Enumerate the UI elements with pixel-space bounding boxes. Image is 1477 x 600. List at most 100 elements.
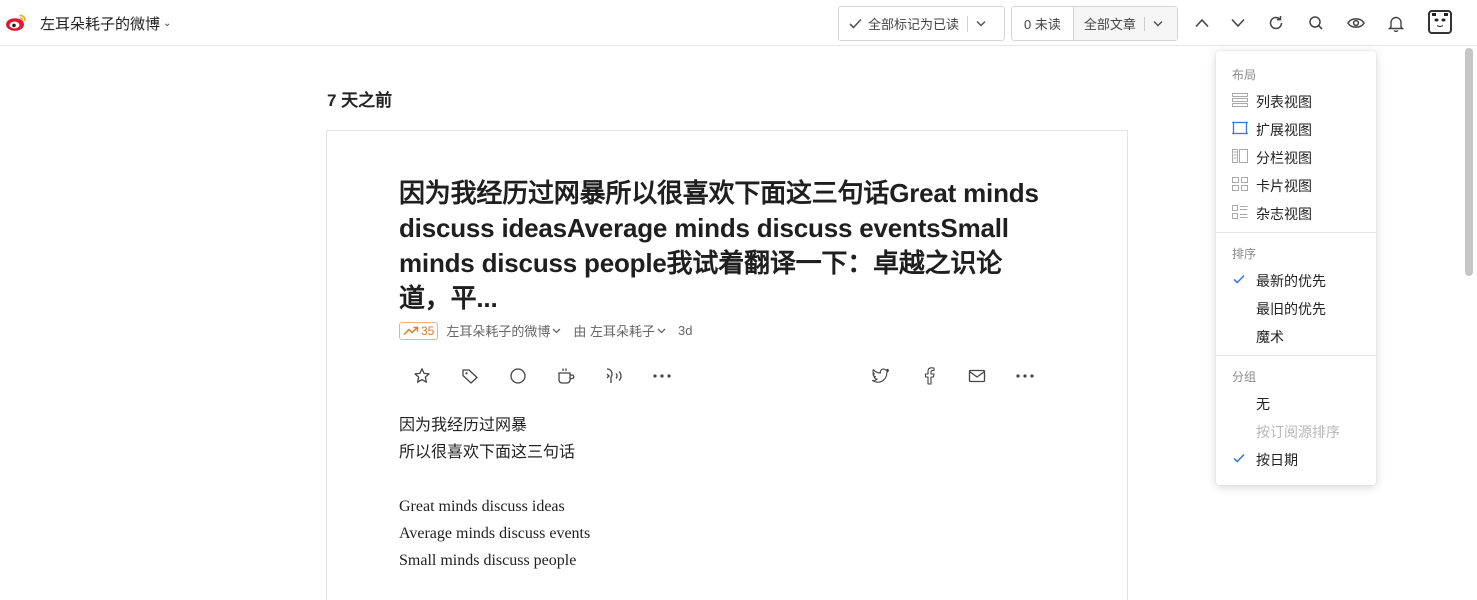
engagement-count: 35 [421,323,435,338]
menu-item-label: 按订阅源排序 [1256,424,1340,440]
body-paragraph: Great minds discuss ideas [399,498,565,515]
notifications-button[interactable] [1385,12,1407,34]
check-icon [849,18,862,29]
article-title[interactable]: 因为我经历过网暴所以很喜欢下面这三句话Great minds discuss i… [399,176,1039,316]
scrollbar-thumb[interactable] [1465,48,1473,276]
bell-icon [1388,16,1404,32]
twitter-icon [872,368,890,383]
check-icon [1233,274,1245,284]
view-options-menu: 布局 列表视图 扩展视图 分栏视图 卡片视图 杂志视图 排序 最新的优先 最旧的… [1216,51,1376,485]
menu-item-newest-first[interactable]: 最新的优先 [1216,265,1376,293]
weibo-logo-icon [6,14,26,31]
save-button[interactable] [410,365,434,387]
search-icon [1309,16,1323,30]
card-view-icon [1232,177,1248,191]
chevron-down-icon: ⌄ [163,18,172,29]
menu-divider [1216,232,1376,233]
divider [1143,16,1145,31]
menu-item-label: 无 [1256,396,1270,412]
menu-section-layout: 布局 [1232,68,1257,82]
author-label: 由 左耳朵耗子 [573,324,655,339]
refresh-button[interactable] [1265,12,1287,34]
menu-item-label: 扩展视图 [1256,122,1312,138]
check-icon [1233,453,1245,463]
menu-item-list-view[interactable]: 列表视图 [1216,86,1376,114]
magazine-view-icon [1232,205,1248,219]
avatar[interactable] [1428,10,1452,34]
expanded-view-icon [1232,121,1248,135]
menu-item-group-none[interactable]: 无 [1216,388,1376,416]
eye-icon [1347,18,1365,28]
mark-all-read-label: 全部标记为已读 [868,17,960,32]
coffee-cup-icon [558,368,575,384]
more-horizontal-icon [653,374,671,378]
body-paragraph: 因为我经历过网暴 [399,417,528,434]
menu-item-column-view[interactable]: 分栏视图 [1216,142,1376,170]
panda-face-icon [1432,13,1448,30]
share-actions [869,365,1037,387]
mail-icon [968,369,986,383]
article-body: 因为我经历过网暴 所以很喜欢下面这三句话 Great minds discuss… [399,412,1039,574]
list-view-icon [1232,93,1248,107]
previous-article-button[interactable] [1191,12,1213,34]
article-actions [410,365,674,387]
menu-item-label: 最新的优先 [1256,273,1326,289]
feed-title-label: 左耳朵耗子的微博 [40,16,161,33]
text-to-speech-button[interactable] [602,365,626,387]
menu-item-label: 最旧的优先 [1256,301,1326,317]
feed-title-dropdown[interactable]: 左耳朵耗子的微博 ⌄ [40,13,171,34]
tag-button[interactable] [458,365,482,387]
mark-all-read-group: 全部标记为已读 [838,6,1005,41]
menu-item-label: 卡片视图 [1256,178,1312,194]
chevron-down-icon [552,328,561,333]
more-share-button[interactable] [1013,365,1037,387]
share-facebook-button[interactable] [917,365,941,387]
more-actions-button[interactable] [650,365,674,387]
star-icon [414,368,430,383]
menu-item-expanded-view[interactable]: 扩展视图 [1216,114,1376,142]
column-view-icon [1232,149,1248,163]
refresh-icon [1269,16,1283,30]
read-later-button[interactable] [554,365,578,387]
menu-item-group-by-feed: 按订阅源排序 [1216,416,1376,444]
menu-item-card-view[interactable]: 卡片视图 [1216,170,1376,198]
menu-item-magic-sort[interactable]: 魔术 [1216,321,1376,349]
view-options-button[interactable] [1345,12,1367,34]
circle-icon [510,368,526,384]
menu-item-group-by-date[interactable]: 按日期 [1216,444,1376,472]
mark-read-toggle-button[interactable] [506,365,530,387]
article-filter-dropdown[interactable]: 全部文章 [1073,7,1177,40]
menu-section-sort: 排序 [1232,247,1257,261]
mark-read-options-button[interactable] [968,20,994,27]
share-twitter-button[interactable] [869,365,893,387]
unread-filter-group: 0 未读 全部文章 [1011,6,1178,41]
search-button[interactable] [1305,12,1327,34]
speech-icon [606,368,622,383]
source-link[interactable]: 左耳朵耗子的微博 [446,321,561,340]
mark-all-read-button[interactable]: 全部标记为已读 [839,7,967,40]
share-email-button[interactable] [965,365,989,387]
menu-section-group: 分组 [1232,370,1257,384]
menu-item-label: 按日期 [1256,452,1298,468]
tag-icon [462,369,478,384]
source-label: 左耳朵耗子的微博 [446,324,551,339]
chevron-down-icon [1153,20,1163,27]
engagement-badge: 35 [399,321,439,340]
body-paragraph: Average minds discuss events [399,525,591,542]
menu-item-label: 魔术 [1256,329,1284,345]
facebook-icon [924,367,935,385]
article-filter-label: 全部文章 [1083,17,1136,32]
trending-up-icon [403,326,419,335]
menu-item-label: 杂志视图 [1256,206,1312,222]
menu-item-oldest-first[interactable]: 最旧的优先 [1216,293,1376,321]
unread-count-button[interactable]: 0 未读 [1012,7,1074,40]
menu-item-label: 分栏视图 [1256,150,1312,166]
author-link[interactable]: 由 左耳朵耗子 [573,321,666,340]
menu-item-magazine-view[interactable]: 杂志视图 [1216,198,1376,226]
date-group-heading: 7 天之前 [327,91,393,110]
body-paragraph: Small minds discuss people [399,552,577,569]
next-article-button[interactable] [1227,12,1249,34]
chevron-down-icon [657,328,666,333]
chevron-up-icon [1195,18,1209,28]
